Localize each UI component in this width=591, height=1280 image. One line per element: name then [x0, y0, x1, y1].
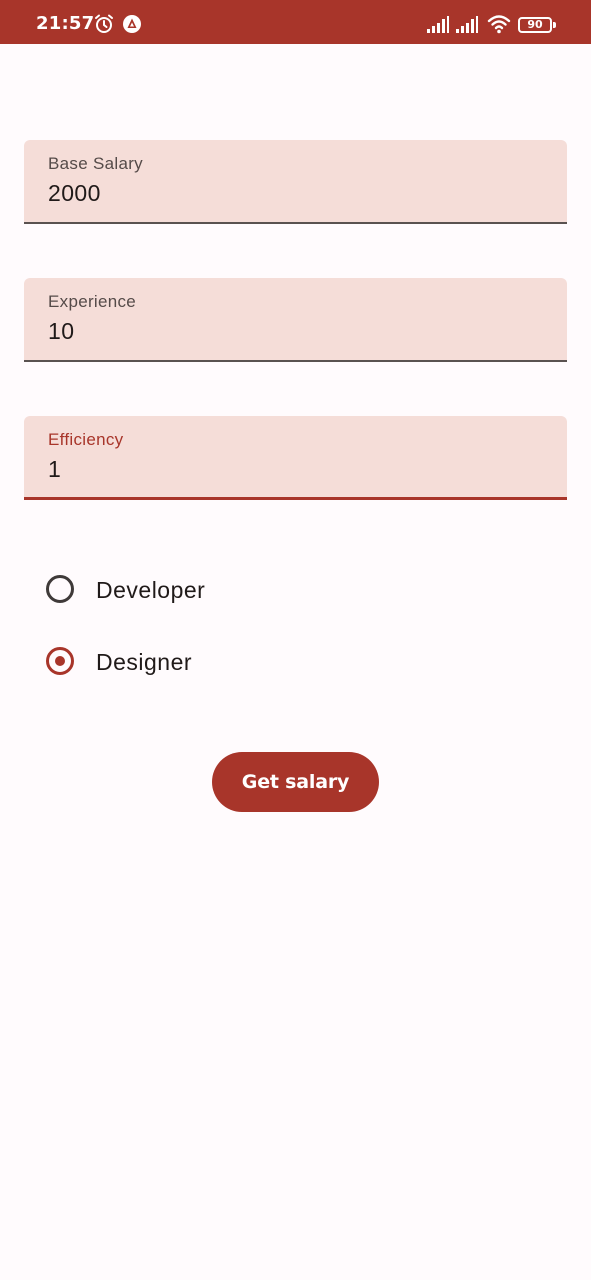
base-salary-field[interactable]: Base Salary 2000 [24, 140, 567, 224]
radio-designer-label[interactable]: Designer [96, 649, 192, 676]
base-salary-value[interactable]: 2000 [48, 180, 101, 207]
get-salary-button[interactable]: Get salary [212, 752, 379, 812]
efficiency-field[interactable]: Efficiency 1 [24, 416, 567, 500]
efficiency-value[interactable]: 1 [48, 456, 61, 483]
battery-icon: 90 [518, 17, 552, 33]
base-salary-label: Base Salary [48, 154, 143, 173]
wifi-icon [487, 15, 511, 34]
radio-developer-label[interactable]: Developer [96, 577, 205, 604]
alarm-icon [95, 14, 113, 33]
radio-developer[interactable]: Developer [44, 571, 344, 611]
efficiency-label: Efficiency [48, 430, 124, 449]
status-time: 21:57 [36, 13, 95, 34]
radio-dot [55, 656, 65, 666]
radio-checked-icon[interactable] [46, 647, 74, 675]
app-icon [123, 15, 141, 33]
experience-label: Experience [48, 292, 137, 311]
signal-icon [427, 16, 449, 33]
status-bar: 21:57 90 [0, 0, 591, 44]
battery-cap [553, 22, 556, 28]
experience-field[interactable]: Experience 10 [24, 278, 567, 362]
experience-value[interactable]: 10 [48, 318, 74, 345]
radio-unchecked-icon[interactable] [46, 575, 74, 603]
signal-icon [456, 16, 478, 33]
radio-designer[interactable]: Designer [44, 643, 344, 683]
